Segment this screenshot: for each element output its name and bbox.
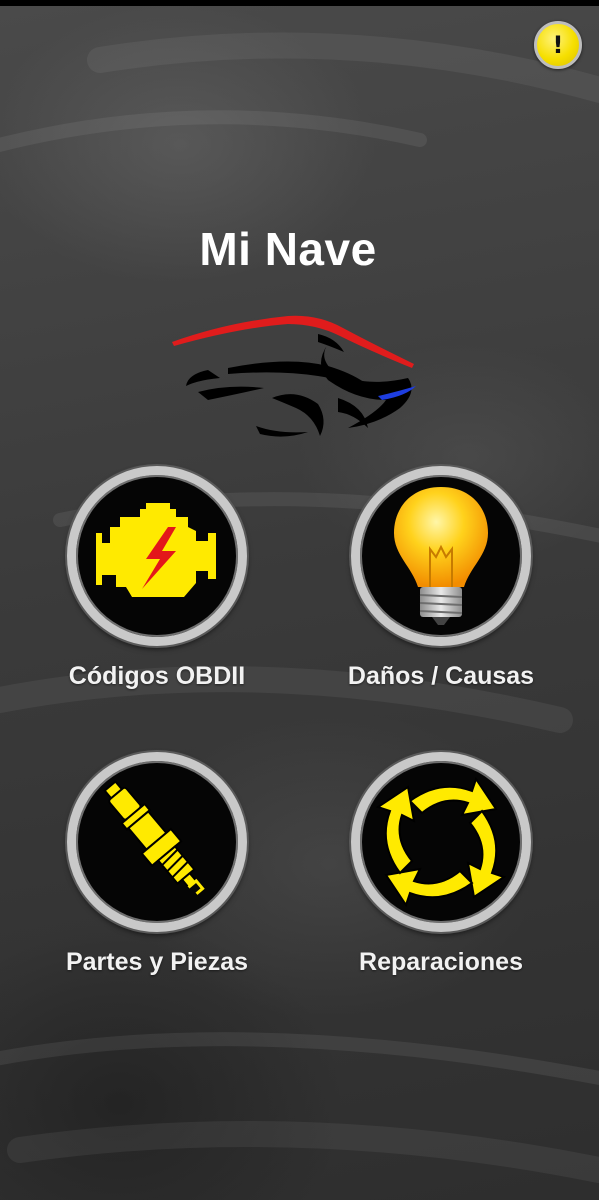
car-silhouette-logo <box>172 315 416 437</box>
spark-plug-icon <box>103 780 205 895</box>
menu-item-label: Daños / Causas <box>347 662 535 690</box>
menu-item-partes-piezas[interactable]: Partes y Piezas <box>42 752 272 992</box>
menu-item-codigos-obdii[interactable]: Códigos OBDII <box>42 466 272 706</box>
app-title: Mi Nave <box>199 223 377 275</box>
menu-item-label: Reparaciones <box>359 948 523 976</box>
light-bulb-icon <box>394 487 488 625</box>
menu-item-danos-causas[interactable]: Daños / Causas <box>326 466 556 706</box>
alert-button[interactable]: ! <box>534 21 582 69</box>
circular-arrows-icon <box>375 776 507 908</box>
menu-item-label: Partes y Piezas <box>65 948 249 976</box>
tile-icon-frame <box>67 466 247 646</box>
tile-icon-frame <box>351 752 531 932</box>
tile-icon-frame <box>351 466 531 646</box>
exclamation-icon: ! <box>552 31 564 59</box>
menu-item-label: Códigos OBDII <box>68 662 246 690</box>
tile-icon-frame <box>67 752 247 932</box>
menu-item-reparaciones[interactable]: Reparaciones <box>326 752 556 992</box>
status-bar <box>0 0 599 6</box>
check-engine-icon <box>96 503 216 597</box>
